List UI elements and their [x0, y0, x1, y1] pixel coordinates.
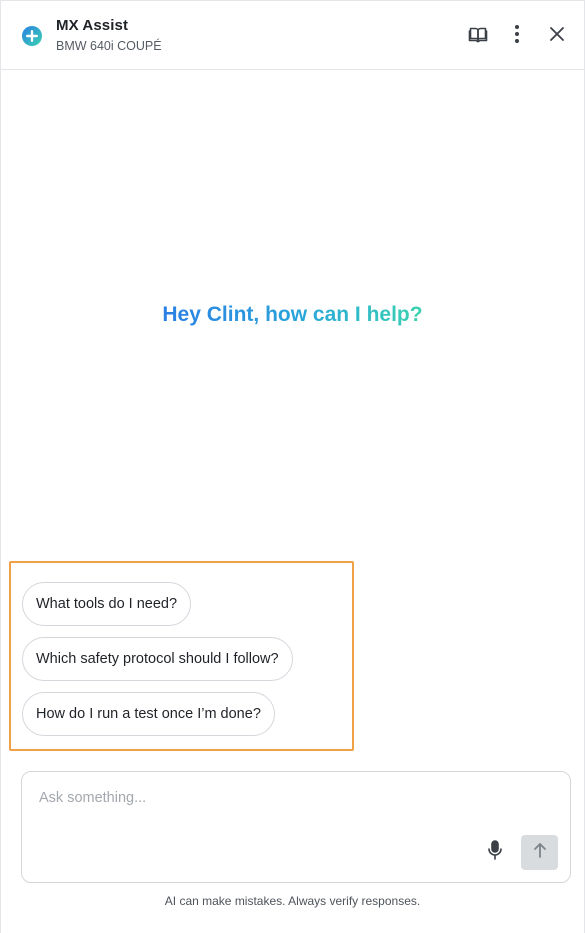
microphone-icon [487, 839, 503, 865]
arrow-up-icon [533, 842, 547, 863]
greeting-container: Hey Clint, how can I help? [1, 303, 584, 327]
suggested-prompts: What tools do I need? Which safety proto… [9, 561, 354, 751]
plus-circle-icon [21, 25, 43, 47]
voice-input-button[interactable] [484, 839, 506, 865]
vertical-dots-icon [514, 24, 520, 49]
close-button[interactable] [544, 23, 570, 49]
message-input[interactable] [39, 790, 519, 806]
close-icon [549, 26, 565, 47]
suggestion-chip[interactable]: How do I run a test once I’m done? [22, 692, 275, 736]
send-button[interactable] [521, 835, 558, 870]
ai-disclaimer: AI can make mistakes. Always verify resp… [164, 894, 421, 908]
message-composer [21, 771, 571, 883]
suggestion-chip[interactable]: What tools do I need? [22, 582, 192, 626]
header: MX Assist BMW 640i COUPÉ [1, 1, 584, 70]
book-icon [468, 24, 488, 49]
greeting-text: Hey Clint, how can I help? [162, 303, 423, 326]
assistant-panel: MX Assist BMW 640i COUPÉ Hey Clint, how … [0, 0, 585, 933]
suggestion-chip[interactable]: Which safety protocol should I follow? [22, 637, 293, 681]
vehicle-subtitle: BMW 640i COUPÉ [56, 39, 162, 53]
app-title: MX Assist [56, 17, 129, 34]
guide-button[interactable] [465, 23, 491, 49]
more-options-button[interactable] [504, 23, 530, 49]
